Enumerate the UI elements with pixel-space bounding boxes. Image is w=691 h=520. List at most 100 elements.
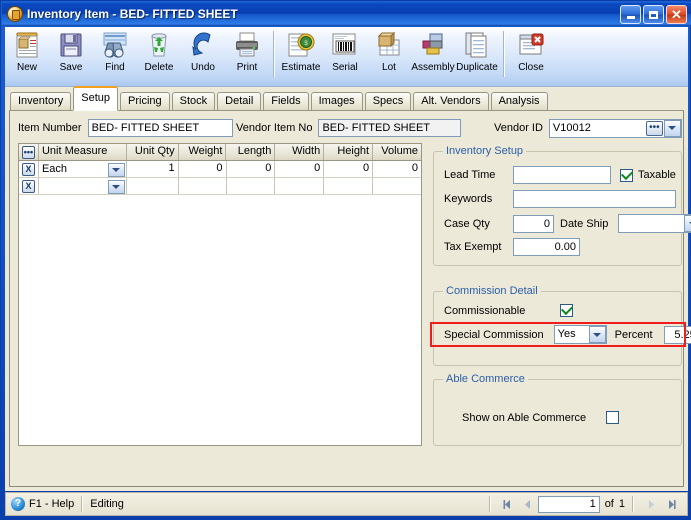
toolbar-button-save[interactable]: Save	[49, 27, 93, 85]
cell-unit-measure[interactable]	[39, 178, 127, 194]
first-record-icon	[503, 499, 511, 509]
chevron-down-icon	[668, 126, 677, 130]
cell-weight[interactable]: 0	[179, 161, 227, 177]
toolbar-button-assembly[interactable]: Assembly	[411, 27, 455, 85]
grid-col-width[interactable]: Width	[275, 144, 325, 160]
tab-inventory[interactable]: Inventory	[10, 92, 72, 111]
vendor-id-group: Vendor ID V10012 •••	[494, 117, 682, 139]
cell-unit-measure-value: Each	[41, 162, 68, 175]
row-delete-cell[interactable]: X	[19, 161, 39, 177]
item-number-group: Item Number BED- FITTED SHEET	[18, 117, 233, 139]
special-commission-combo[interactable]: Yes	[553, 325, 607, 344]
cell-width[interactable]	[275, 178, 325, 194]
window-title-separator: -	[109, 7, 120, 21]
next-record-icon	[648, 499, 654, 509]
tab-images[interactable]: Images	[310, 92, 363, 111]
table-row[interactable]: X	[19, 178, 421, 195]
current-page-input[interactable]: 1	[537, 495, 600, 513]
close-window-icon	[515, 30, 547, 60]
toolbar-button-close[interactable]: Close	[509, 27, 553, 85]
grid-col-unit-measure[interactable]: Unit Measure	[39, 144, 127, 160]
date-ship-dropdown-button[interactable]	[684, 215, 691, 232]
cell-length[interactable]	[227, 178, 276, 194]
toolbar-button-serial[interactable]: Serial	[323, 27, 367, 85]
keywords-input[interactable]	[513, 190, 676, 208]
row-delete-button[interactable]: X	[22, 179, 35, 193]
lead-time-row: Lead Time Taxable	[444, 166, 682, 184]
tax-exempt-input[interactable]: 0.00	[513, 238, 580, 256]
lot-box-icon	[373, 30, 405, 60]
toolbar-button-delete[interactable]: Delete	[137, 27, 181, 85]
taxable-checkbox[interactable]	[620, 168, 633, 182]
vendor-id-lookup-button[interactable]: •••	[645, 120, 663, 136]
cell-volume[interactable]	[373, 178, 421, 194]
row-delete-cell[interactable]: X	[19, 178, 39, 194]
help-label[interactable]: F1 - Help	[29, 498, 74, 510]
unit-measure-dropdown-button[interactable]	[107, 162, 125, 177]
toolbar-label: Duplicate	[456, 62, 498, 73]
commission-detail-group: Commission Detail Commissionable Special…	[433, 285, 691, 366]
grid-col-unit-qty[interactable]: Unit Qty	[127, 144, 179, 160]
case-qty-input[interactable]: 0	[513, 214, 554, 233]
toolbar-button-estimate[interactable]: $ Estimate	[279, 27, 323, 85]
undo-arrow-icon	[187, 30, 219, 60]
cell-width[interactable]: 0	[275, 161, 325, 177]
tab-stock[interactable]: Stock	[171, 92, 216, 111]
toolbar-button-undo[interactable]: Undo	[181, 27, 225, 85]
grid-col-weight[interactable]: Weight	[179, 144, 227, 160]
tab-pricing[interactable]: Pricing	[120, 92, 170, 111]
toolbar-label: New	[16, 62, 37, 73]
toolbar-button-duplicate[interactable]: Duplicate	[455, 27, 499, 85]
commissionable-label: Commissionable	[444, 304, 526, 317]
cell-volume[interactable]: 0	[373, 161, 421, 177]
printer-icon	[231, 30, 263, 60]
duplicate-pages-icon	[461, 30, 493, 60]
grid-col-length[interactable]: Length	[226, 144, 276, 160]
grid-col-height[interactable]: Height	[324, 144, 374, 160]
row-delete-button[interactable]: X	[22, 162, 35, 176]
tab-specs[interactable]: Specs	[364, 92, 412, 111]
first-record-button[interactable]	[498, 495, 518, 513]
tab-analysis[interactable]: Analysis	[490, 92, 548, 111]
cell-unit-measure[interactable]: Each	[39, 161, 127, 177]
cell-height[interactable]	[324, 178, 374, 194]
grid-col-volume[interactable]: Volume	[373, 144, 421, 160]
special-commission-dropdown-button[interactable]	[588, 326, 606, 343]
date-ship-combo[interactable]	[618, 214, 691, 233]
toolbar-button-lot[interactable]: Lot	[367, 27, 411, 85]
vendor-item-no-input[interactable]: BED- FITTED SHEET	[318, 119, 462, 137]
close-button[interactable]: ✕	[666, 5, 687, 24]
cell-unit-qty[interactable]: 1	[127, 161, 179, 177]
cell-weight[interactable]	[179, 178, 227, 194]
vendor-id-combo[interactable]: V10012 •••	[548, 118, 682, 138]
tab-setup[interactable]: Setup	[73, 86, 118, 111]
show-on-able-commerce-checkbox[interactable]	[606, 411, 620, 424]
lead-time-input[interactable]	[513, 166, 611, 184]
grid-selector-button[interactable]: •••	[22, 145, 35, 159]
previous-record-button[interactable]	[518, 495, 538, 513]
tab-detail[interactable]: Detail	[217, 92, 262, 111]
lead-time-label: Lead Time	[444, 169, 496, 181]
maximize-button[interactable]	[643, 5, 664, 24]
vendor-id-dropdown-button[interactable]	[663, 119, 681, 137]
percent-input[interactable]: 5.25%	[663, 325, 691, 344]
tab-fields[interactable]: Fields	[263, 92, 309, 111]
last-record-button[interactable]	[661, 495, 681, 513]
cell-length[interactable]: 0	[227, 161, 276, 177]
tab-alt-vendors[interactable]: Alt. Vendors	[413, 92, 489, 111]
barcode-icon	[329, 30, 361, 60]
toolbar-label: Undo	[191, 62, 215, 73]
unit-measure-grid[interactable]: ••• Unit Measure Unit Qty Weight Length …	[18, 143, 422, 446]
unit-measure-dropdown-button[interactable]	[107, 179, 125, 194]
minimize-button[interactable]	[620, 5, 641, 24]
commissionable-checkbox[interactable]	[560, 304, 573, 317]
next-record-button[interactable]	[641, 495, 661, 513]
toolbar-button-print[interactable]: Print	[225, 27, 269, 85]
toolbar-button-new[interactable]: New	[5, 27, 49, 85]
cell-height[interactable]: 0	[324, 161, 374, 177]
table-row[interactable]: X Each 1 0 0 0 0 0	[19, 161, 421, 178]
cell-unit-qty[interactable]	[127, 178, 179, 194]
item-number-input[interactable]: BED- FITTED SHEET	[87, 119, 233, 137]
toolbar-button-find[interactable]: Find	[93, 27, 137, 85]
grid-selector-header[interactable]: •••	[19, 144, 39, 160]
